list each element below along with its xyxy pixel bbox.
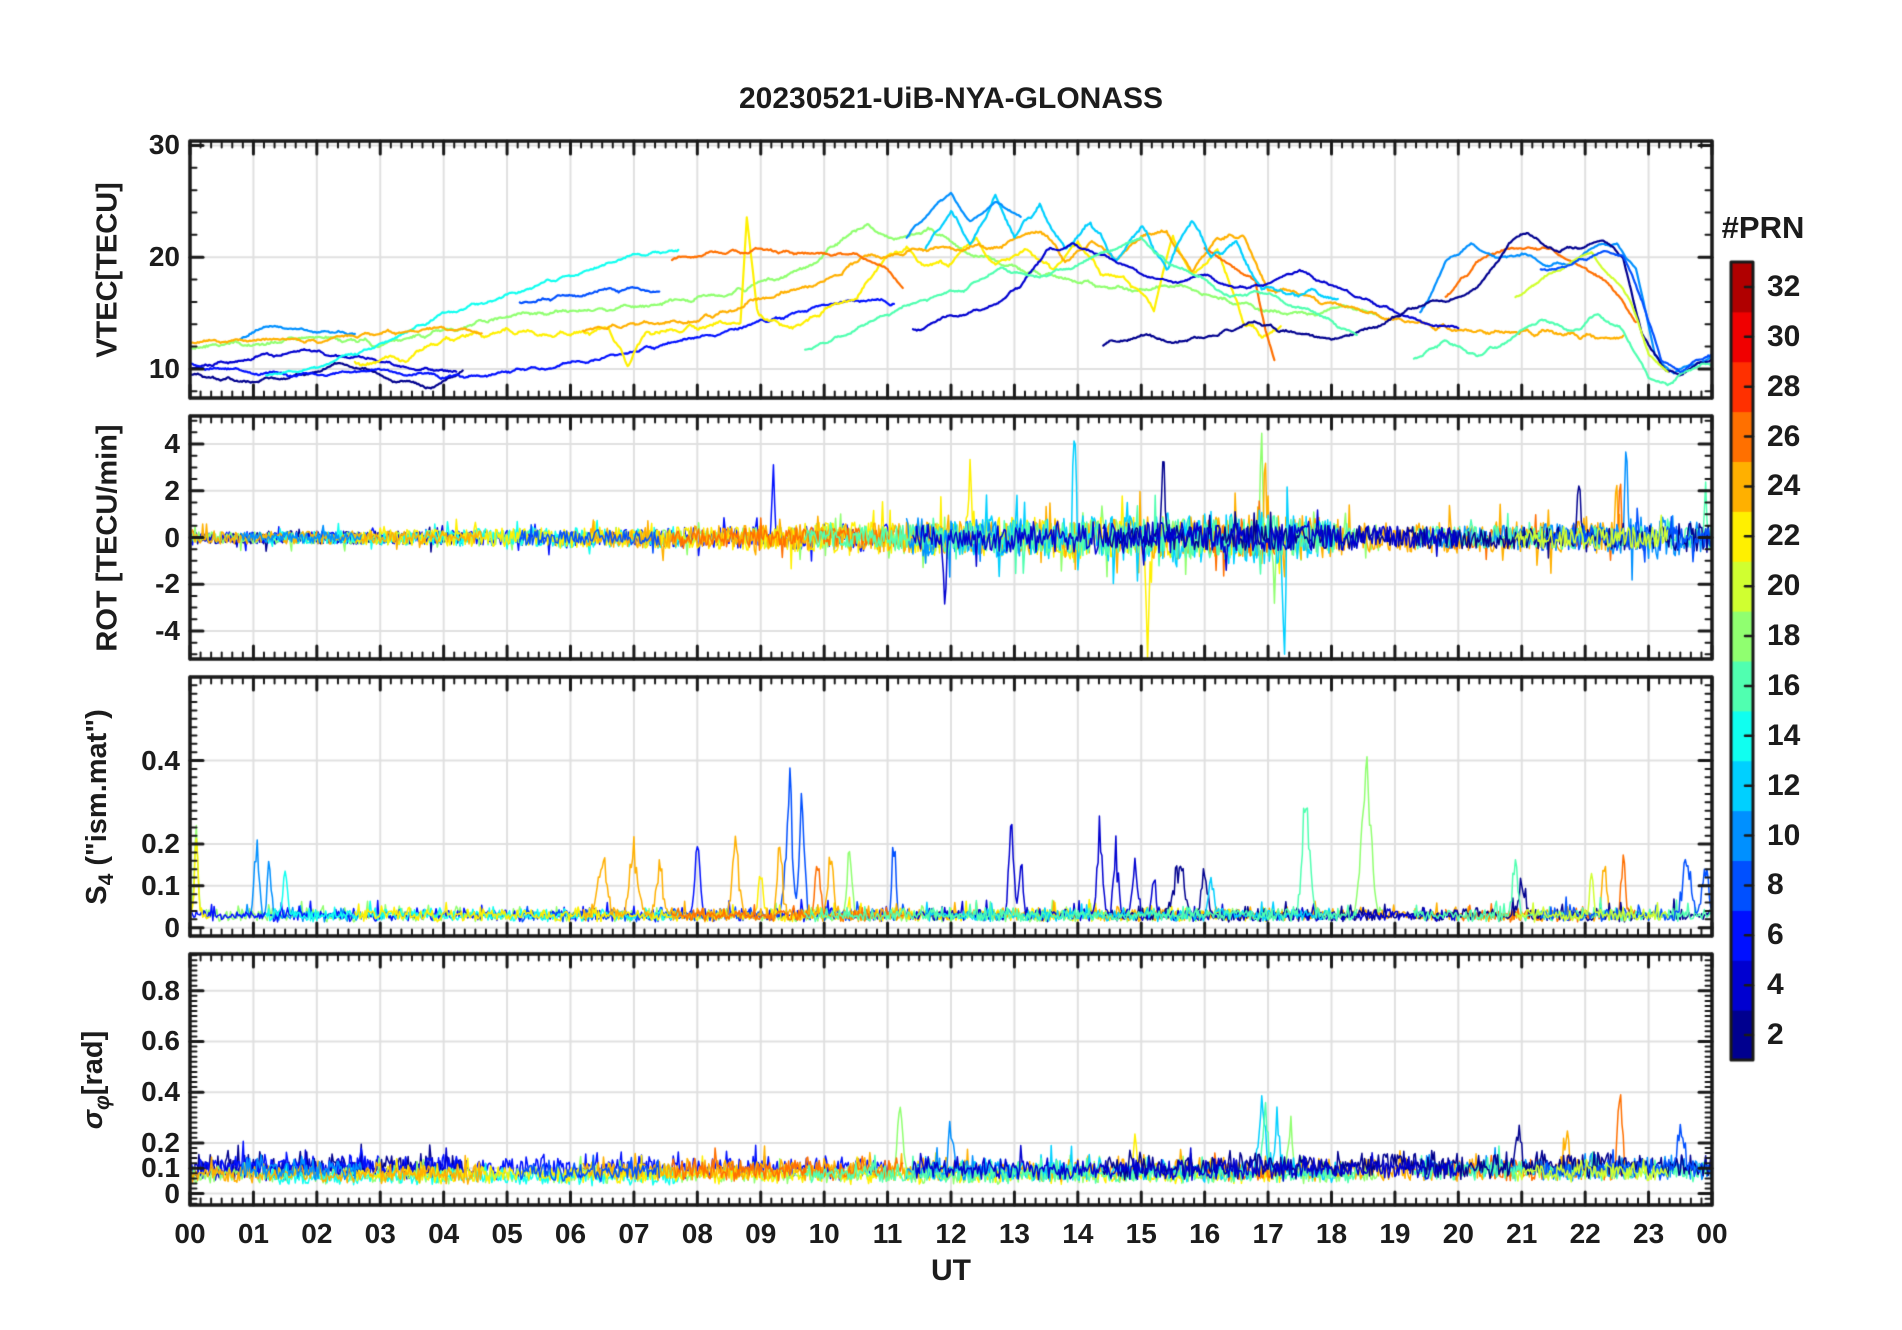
- ylabel-s4-pre: S: [81, 885, 114, 905]
- ytick-label-s4: 0.4: [141, 744, 180, 776]
- xtick-label: 06: [554, 1218, 587, 1249]
- ytick-label-rot: -2: [155, 568, 180, 600]
- xtick-label: 23: [1633, 1218, 1665, 1249]
- xtick-label: 17: [1252, 1218, 1284, 1249]
- ylabel-rot-text: ROT [TECU/min]: [91, 424, 124, 652]
- ylabel-rot: ROT [TECU/min]: [92, 424, 125, 651]
- xtick-label: 12: [935, 1218, 967, 1249]
- ytick-label-vtec: 10: [148, 352, 180, 384]
- xtick-label: 20: [1442, 1218, 1474, 1249]
- colorbar-tick-label: 32: [1767, 269, 1801, 303]
- ylabel-sigma-post: [rad]: [77, 1030, 110, 1096]
- ytick-label-rot: 0: [164, 521, 180, 553]
- ytick-label-vtec: 30: [148, 129, 180, 161]
- xtick-label: 19: [1379, 1218, 1411, 1249]
- ytick-label-sigma: 0.2: [141, 1126, 180, 1158]
- colorbar-tick-label: 2: [1767, 1018, 1784, 1052]
- colorbar-tick-label: 30: [1767, 319, 1801, 353]
- colorbar-tick-label: 24: [1767, 469, 1801, 503]
- ylabel-vtec-text: VTEC[TECU]: [91, 182, 124, 358]
- ylabel-vtec: VTEC[TECU]: [92, 182, 125, 358]
- xtick-label: 00: [174, 1218, 206, 1249]
- colorbar-tick-label: 26: [1767, 419, 1801, 453]
- xtick-label: 13: [998, 1218, 1030, 1249]
- ytick-label-s4: 0: [164, 911, 180, 943]
- xtick-label: 10: [808, 1218, 840, 1249]
- xtick-label: 21: [1506, 1218, 1538, 1249]
- ytick-label-vtec: 20: [148, 241, 180, 273]
- colorbar-tick-label: 28: [1767, 369, 1801, 403]
- xtick-label: 16: [1189, 1218, 1221, 1249]
- colorbar-tick-label: 22: [1767, 519, 1801, 553]
- xtick-label: 08: [681, 1218, 713, 1249]
- figure: 20230521-UiB-NYA-GLONASS VTEC[TECU] ROT …: [0, 0, 1902, 1330]
- xlabel-ut: UT: [931, 1254, 971, 1287]
- colorbar-tick-label: 4: [1767, 968, 1784, 1002]
- colorbar-tick-label: 20: [1767, 569, 1801, 603]
- ylabel-sigma-phi: σφ[rad]: [77, 1031, 115, 1129]
- chart-canvas: [0, 0, 1902, 1330]
- ytick-label-rot: -4: [155, 614, 180, 646]
- ytick-label-s4: 0.2: [141, 828, 180, 860]
- xtick-label: 15: [1125, 1218, 1157, 1249]
- xtick-label: 11: [872, 1218, 903, 1249]
- colorbar-tick-label: 12: [1767, 768, 1801, 802]
- ytick-label-s4: 0.1: [141, 869, 180, 901]
- ylabel-s4-post: ("ism.mat"): [81, 709, 114, 874]
- xtick-label: 00: [1696, 1218, 1728, 1249]
- xtick-label: 14: [1062, 1218, 1094, 1249]
- colorbar-tick-label: 8: [1767, 868, 1784, 902]
- xtick-label: 04: [428, 1218, 460, 1249]
- ytick-label-sigma: 0.4: [141, 1076, 180, 1108]
- xtick-label: 18: [1315, 1218, 1348, 1249]
- colorbar-tick-label: 16: [1767, 668, 1801, 702]
- colorbar-tick-label: 14: [1767, 718, 1801, 752]
- ylabel-sigma-sub: φ: [90, 1095, 114, 1110]
- ytick-label-sigma: 0.8: [141, 974, 180, 1006]
- ytick-label-rot: 4: [164, 428, 180, 460]
- xtick-label: 22: [1569, 1218, 1601, 1249]
- colorbar-tick-label: 6: [1767, 918, 1784, 952]
- colorbar-tick-label: 18: [1767, 619, 1801, 653]
- xtick-label: 01: [237, 1218, 269, 1249]
- chart-title: 20230521-UiB-NYA-GLONASS: [738, 82, 1164, 115]
- colorbar-title: #PRN: [1721, 210, 1805, 245]
- ylabel-s4: S4 ("ism.mat"): [81, 709, 119, 905]
- ylabel-sigma-pre: σ: [77, 1109, 110, 1130]
- ylabel-s4-sub: 4: [94, 873, 118, 886]
- xtick-label: 05: [491, 1218, 523, 1249]
- ytick-label-rot: 2: [164, 474, 180, 506]
- xtick-label: 07: [618, 1218, 650, 1249]
- colorbar-tick-label: 10: [1767, 818, 1801, 852]
- xtick-label: 09: [745, 1218, 777, 1249]
- xtick-label: 02: [301, 1218, 333, 1249]
- xtick-label: 03: [364, 1218, 396, 1249]
- ytick-label-sigma: 0.6: [141, 1025, 180, 1057]
